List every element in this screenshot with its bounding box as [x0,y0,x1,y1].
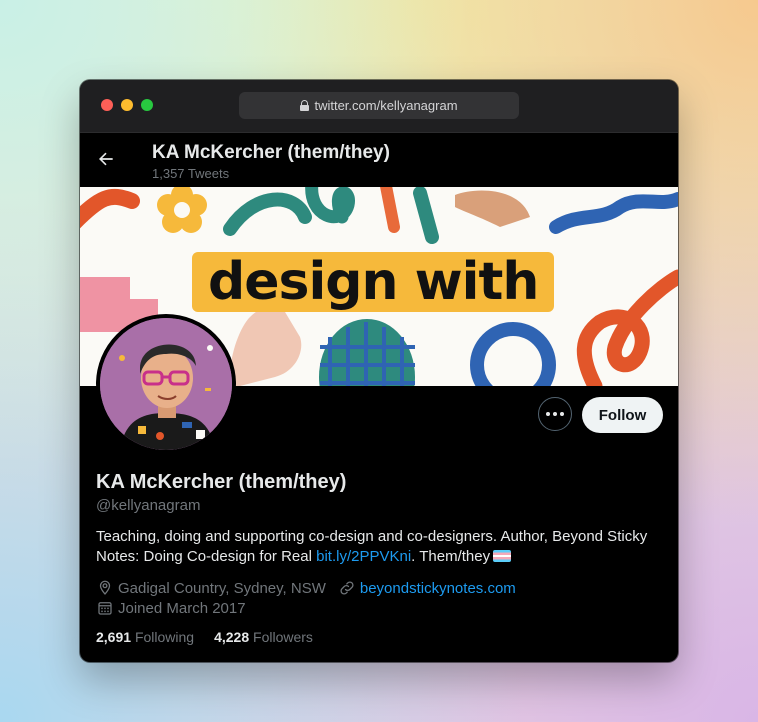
bio-link[interactable]: bit.ly/2PPVKni [316,548,411,565]
browser-window: twitter.com/kellyanagram KA McKercher (t… [80,80,678,662]
header-profile-name: KA McKercher (them/they) [152,142,390,163]
following-count: 2,691 [96,629,132,645]
more-dot [560,412,564,416]
following-label: Following [134,629,195,645]
followers-link[interactable]: 4,228 Followers [214,629,313,645]
follow-button[interactable]: Follow [582,397,663,433]
profile-location: Gadigal Country, Sydney, NSW [118,579,326,597]
profile-handle: @kellyanagram [96,497,201,514]
bio-suffix: . Them/they [411,548,491,565]
close-window-button[interactable] [101,99,113,111]
followers-count: 4,228 [214,629,250,645]
more-options-button[interactable] [538,397,572,431]
location-pin-icon [99,580,111,595]
profile-top-nav: KA McKercher (them/they) 1,357 Tweets [80,133,678,186]
lock-icon [300,100,310,111]
tweet-count: 1,357 Tweets [152,166,230,181]
profile-joined-row: Joined March 2017 [96,599,246,617]
banner-headline: design with [192,252,555,312]
profile-website-link[interactable]: beyondstickynotes.com [360,580,516,597]
followers-label: Followers [253,629,313,645]
profile-name: KA McKercher (them/they) [96,471,347,493]
profile-joined-date: Joined March 2017 [118,599,246,617]
maximize-window-button[interactable] [141,99,153,111]
profile-stats: 2,691 Following 4,228 Followers [96,629,313,645]
minimize-window-button[interactable] [121,99,133,111]
address-bar[interactable]: twitter.com/kellyanagram [239,92,519,119]
calendar-icon [98,602,112,615]
avatar-image [100,318,232,450]
avatar[interactable] [96,314,236,454]
trans-flag-emoji-icon [493,550,512,562]
profile-bio: Teaching, doing and supporting co-design… [96,527,666,567]
link-icon [340,581,354,595]
url-text: twitter.com/kellyanagram [314,98,458,113]
back-arrow-icon[interactable] [96,149,116,169]
browser-titlebar: twitter.com/kellyanagram [80,80,678,133]
following-link[interactable]: 2,691 Following [96,629,194,645]
more-dot [553,412,557,416]
more-horizontal-icon [546,412,550,416]
profile-location-row: Gadigal Country, Sydney, NSW beyondstick… [96,579,516,597]
